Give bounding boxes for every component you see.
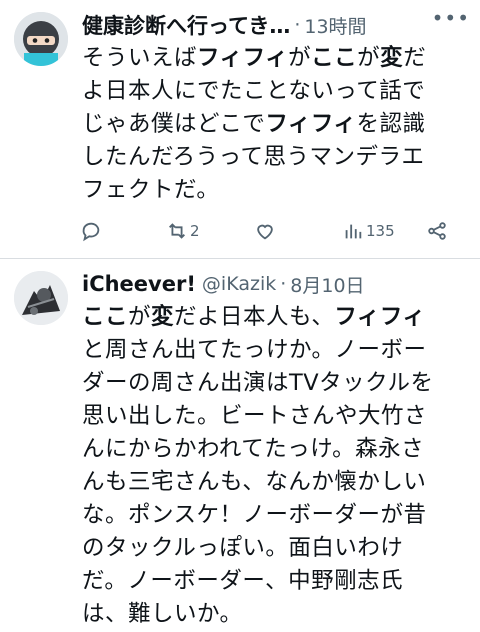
text-run: のタックルっぽい。面白いわけ [82, 535, 404, 561]
text-run: だよ日本人も、 [174, 304, 335, 330]
display-name[interactable]: iCheever! [82, 272, 196, 296]
text-run: だ [403, 45, 427, 71]
avatar[interactable] [14, 271, 68, 325]
tweet-text-line: したんだろうって思うマンデラエ [82, 141, 460, 174]
highlighted-text: 変 [151, 304, 175, 330]
like-button[interactable] [254, 220, 276, 242]
highlighted-text: ここ [311, 45, 358, 71]
text-run: が [128, 304, 152, 330]
tweet-text-line: のタックルっぽい。面白いわけ [82, 532, 460, 565]
share-button[interactable] [426, 220, 448, 242]
avatar-ninja-icon [14, 12, 68, 66]
text-run: そういえば [82, 45, 198, 71]
tweet-text: そういえばフィフィがここが変だ よ日本人にでたことないって話で じゃあ僕はどこでフィ… [82, 42, 460, 207]
tweet-text-line: は、難しいか。 [82, 598, 460, 631]
text-run: フェクトだ。 [82, 177, 220, 203]
highlighted-text: 変 [380, 45, 404, 71]
highlighted-text: ここ [82, 304, 129, 330]
text-run: ダーの周さん出演はTVタックルを [82, 370, 434, 396]
text-run: を認識 [356, 111, 426, 137]
tweet-text-line: ここが変だよ日本人も、フィフィ [82, 301, 460, 334]
more-icon[interactable]: ••• [432, 6, 470, 30]
like-icon [257, 224, 273, 240]
text-run: が [288, 45, 312, 71]
tweet-text-line: んにからかわれてたっけ。森永さ [82, 433, 460, 466]
highlighted-text: フィフィ [265, 111, 357, 137]
reply-icon [82, 222, 100, 242]
repost-button[interactable]: 2 [166, 220, 200, 242]
user-handle[interactable]: @iKazik [202, 273, 276, 295]
reply-button[interactable] [80, 220, 102, 242]
tweet-text-line: んも三宅さんも、なんか懐かしい [82, 466, 460, 499]
text-run: な。ポンスケ！ノーボーダーが昔 [82, 502, 427, 528]
text-run: と周さん出てたっけか。ノーボー [82, 337, 427, 363]
separator-dot: · [294, 14, 301, 36]
highlighted-text: フィフィ [197, 45, 289, 71]
repost-count: 2 [190, 222, 200, 240]
share-icon [428, 222, 446, 240]
tweet-header: 健康診断へ行ってき… · 13時間 [82, 8, 470, 42]
tweet-text-line: 思い出した。ビートさんや大竹さ [82, 400, 460, 433]
timestamp[interactable]: 8月10日 [290, 271, 364, 298]
views-count: 135 [366, 222, 395, 240]
views-icon [345, 224, 362, 239]
text-run: が [357, 45, 381, 71]
text-run: したんだろうって思うマンデラエ [82, 144, 425, 170]
tweet-card[interactable]: iCheever! @iKazik · 8月10日 ここが変だよ日本人も、フィフ… [0, 259, 480, 632]
text-run: よ日本人にでたことないって話で [82, 78, 426, 104]
tweet-text-line: じゃあ僕はどこでフィフィを認識 [82, 108, 460, 141]
tweet-text: ここが変だよ日本人も、フィフィと周さん出てたっけか。ノーボー ダーの周さん出演はT… [82, 301, 460, 631]
tweet-text-line: と周さん出てたっけか。ノーボー [82, 334, 460, 367]
text-run: 思い出した。ビートさんや大竹さ [82, 403, 428, 429]
text-run: じゃあ僕はどこで [82, 111, 266, 137]
tweet-header: iCheever! @iKazik · 8月10日 [82, 267, 470, 301]
tweet-text-line: よ日本人にでたことないって話で [82, 75, 460, 108]
tweet-text-line: な。ポンスケ！ノーボーダーが昔 [82, 499, 460, 532]
tweet-text-line: フェクトだ。 [82, 174, 460, 207]
text-run: んも三宅さんも、なんか懐かしい [82, 469, 427, 495]
text-run: は、難しいか。 [82, 601, 243, 627]
repost-icon [169, 223, 185, 239]
highlighted-text: フィフィ [334, 304, 426, 330]
text-run: んにからかわれてたっけ。森永さ [82, 436, 425, 462]
tweet-text-line: ダーの周さん出演はTVタックルを [82, 367, 460, 400]
avatar-photo-icon [14, 271, 68, 325]
action-bar: 2 135 [0, 214, 480, 248]
tweet-text-line: だ。ノーボーダー、中野剛志氏 [82, 565, 460, 598]
tweet-card[interactable]: 健康診断へ行ってき… · 13時間 ••• そういえばフィフィがここが変だ よ日本… [0, 0, 480, 258]
timestamp[interactable]: 13時間 [304, 12, 366, 39]
tweet-text-line: そういえばフィフィがここが変だ [82, 42, 460, 75]
display-name[interactable]: 健康診断へ行ってき… [82, 10, 290, 40]
separator-dot: · [280, 273, 287, 295]
avatar[interactable] [14, 12, 68, 66]
views-button[interactable]: 135 [342, 220, 395, 242]
text-run: だ。ノーボーダー、中野剛志氏 [82, 568, 404, 594]
